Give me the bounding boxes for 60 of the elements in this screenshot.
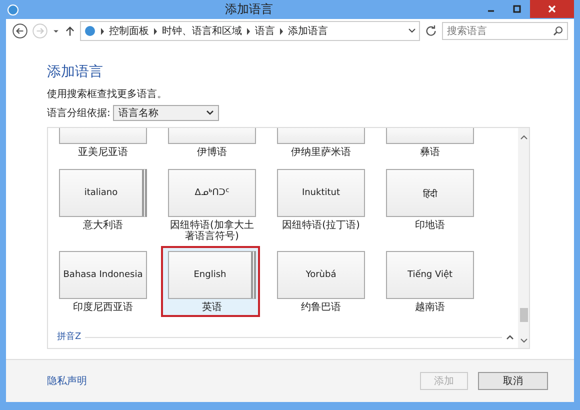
- close-icon: [547, 4, 557, 14]
- page-heading: 添加语言: [47, 63, 104, 81]
- chevron-down-icon: [206, 110, 214, 116]
- group-by-label: 语言分组依据:: [47, 106, 110, 120]
- language-name: 伊博语: [196, 147, 228, 158]
- breadcrumb-item[interactable]: 添加语言: [288, 24, 328, 38]
- language-name: 印地语: [414, 220, 446, 231]
- section-header[interactable]: 拼音Z: [57, 331, 82, 343]
- chevron-icon: [153, 28, 158, 34]
- language-tile[interactable]: ᐃᓄᒃᑎᑐᑦ: [168, 169, 256, 217]
- language-tile[interactable]: italiano: [59, 169, 147, 217]
- selected-language-item[interactable]: English 英语: [161, 246, 260, 317]
- language-tile[interactable]: [168, 128, 256, 144]
- language-name: 彝语: [419, 147, 441, 158]
- language-name: 因纽特语(拉丁语): [281, 220, 361, 231]
- back-icon[interactable]: [12, 23, 28, 39]
- language-name: 约鲁巴语: [300, 302, 342, 313]
- maximize-icon[interactable]: [512, 4, 522, 14]
- breadcrumb-item[interactable]: 控制面板: [109, 24, 149, 38]
- breadcrumb-item[interactable]: 语言: [255, 24, 275, 38]
- chevron-icon: [246, 28, 251, 34]
- dropdown-icon[interactable]: [52, 27, 60, 35]
- language-tile[interactable]: Yorùbá: [277, 251, 365, 299]
- privacy-link[interactable]: 隐私声明: [47, 374, 87, 388]
- language-name: 越南语: [414, 302, 446, 313]
- scrollbar-thumb[interactable]: [520, 308, 528, 322]
- language-tile[interactable]: Bahasa Indonesia: [59, 251, 147, 299]
- chevron-icon: [279, 28, 284, 34]
- scroll-up-icon[interactable]: [520, 134, 528, 142]
- language-name: 伊纳里萨米语: [290, 147, 352, 158]
- description-text: 使用搜索框查找更多语言。: [47, 88, 168, 101]
- up-arrow-icon[interactable]: [64, 25, 76, 37]
- chevron-down-icon[interactable]: [408, 28, 416, 34]
- search-icon: [553, 26, 563, 36]
- address-bar[interactable]: 控制面板 时钟、语言和区域 语言 添加语言: [80, 21, 420, 41]
- group-by-dropdown[interactable]: 语言名称: [113, 105, 220, 121]
- refresh-icon[interactable]: [424, 24, 438, 38]
- search-field[interactable]: 搜索语言: [442, 22, 568, 40]
- language-name: 亚美尼亚语: [77, 147, 129, 158]
- language-name: 英语: [201, 302, 223, 313]
- language-name: 意大利语: [82, 220, 124, 231]
- language-name: 因纽特语(加拿大土著语言符号): [169, 220, 255, 242]
- globe-icon: [84, 25, 96, 37]
- language-tile[interactable]: [59, 128, 147, 144]
- language-tile[interactable]: Tiếng Việt: [386, 251, 474, 299]
- breadcrumb-item[interactable]: 时钟、语言和区域: [162, 24, 242, 38]
- cancel-button[interactable]: 取消: [478, 372, 548, 390]
- globe-icon: [6, 2, 20, 16]
- language-tile[interactable]: English: [168, 251, 256, 299]
- language-tile[interactable]: [386, 128, 474, 144]
- collapse-icon[interactable]: [506, 334, 514, 340]
- scroll-down-icon[interactable]: [520, 336, 528, 344]
- window-title: 添加语言: [224, 1, 274, 18]
- language-tile[interactable]: हिंदी: [386, 169, 474, 217]
- language-tile[interactable]: [277, 128, 365, 144]
- language-tile[interactable]: Inuktitut: [277, 169, 365, 217]
- language-name: 印度尼西亚语: [72, 302, 134, 313]
- scrollbar[interactable]: [518, 128, 529, 348]
- close-button[interactable]: [530, 0, 574, 18]
- chevron-icon: [100, 28, 105, 34]
